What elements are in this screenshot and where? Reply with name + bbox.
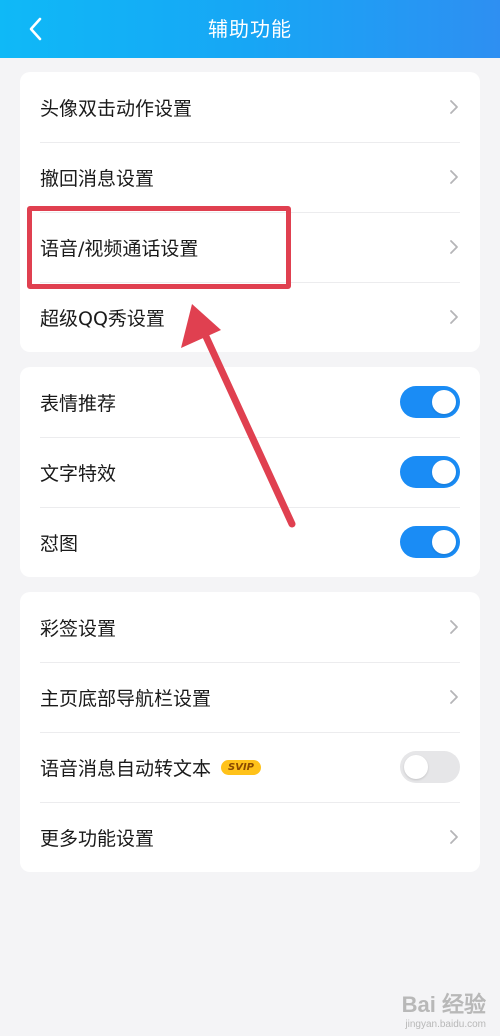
setting-label: 超级QQ秀设置 (40, 307, 165, 330)
more-features-setting[interactable]: 更多功能设置 (20, 802, 480, 872)
text-effects-setting: 文字特效 (20, 437, 480, 507)
watermark-url: jingyan.baidu.com (405, 1019, 486, 1030)
watermark-main: Bai 经验 (401, 992, 486, 1017)
chevron-right-icon (448, 688, 460, 706)
setting-label: 更多功能设置 (40, 827, 155, 850)
setting-label: 文字特效 (40, 462, 117, 485)
sticker-recommend-setting: 表情推荐 (20, 367, 480, 437)
svip-badge: SVIP (221, 759, 262, 775)
title-bar: 辅助功能 (0, 0, 500, 58)
avatar-double-click-setting[interactable]: 头像双击动作设置 (20, 72, 480, 142)
chevron-right-icon (448, 308, 460, 326)
toggle-knob (432, 460, 456, 484)
sticker-recommend-toggle[interactable] (400, 386, 460, 418)
voice-video-call-setting[interactable]: 语音/视频通话设置 (20, 212, 480, 282)
setting-label: 表情推荐 (40, 392, 117, 415)
chevron-right-icon (448, 98, 460, 116)
baidu-jingyan-watermark: Bai 经验 jingyan.baidu.com (402, 987, 486, 1030)
chevron-right-icon (448, 828, 460, 846)
toggle-knob (404, 755, 428, 779)
text-effects-toggle[interactable] (400, 456, 460, 488)
voice-to-text-label: 语音消息自动转文本 (40, 757, 212, 780)
toggle-knob (432, 390, 456, 414)
home-bottom-nav-setting[interactable]: 主页底部导航栏设置 (20, 662, 480, 732)
setting-label: 彩签设置 (40, 617, 117, 640)
color-tag-setting[interactable]: 彩签设置 (20, 592, 480, 662)
setting-label: 头像双击动作设置 (40, 97, 193, 120)
toggle-knob (432, 530, 456, 554)
voice-to-text-setting: 语音消息自动转文本 SVIP (20, 732, 480, 802)
page-title: 辅助功能 (208, 17, 292, 41)
setting-label: 语音消息自动转文本 SVIP (40, 754, 400, 781)
recall-message-setting[interactable]: 撤回消息设置 (20, 142, 480, 212)
setting-label: 撤回消息设置 (40, 167, 155, 190)
meme-reply-setting: 怼图 (20, 507, 480, 577)
chevron-right-icon (448, 168, 460, 186)
chevron-right-icon (448, 618, 460, 636)
voice-to-text-toggle[interactable] (400, 751, 460, 783)
chevron-right-icon (448, 238, 460, 256)
setting-label: 主页底部导航栏设置 (40, 687, 212, 710)
settings-group-1: 头像双击动作设置 撤回消息设置 语音/视频通话设置 超级QQ秀设置 (20, 72, 480, 352)
setting-label: 语音/视频通话设置 (40, 237, 199, 260)
super-qq-show-setting[interactable]: 超级QQ秀设置 (20, 282, 480, 352)
settings-group-2: 表情推荐 文字特效 怼图 (20, 367, 480, 577)
setting-label: 怼图 (40, 532, 79, 555)
settings-group-3: 彩签设置 主页底部导航栏设置 语音消息自动转文本 SVIP 更多功能设置 (20, 592, 480, 872)
meme-reply-toggle[interactable] (400, 526, 460, 558)
